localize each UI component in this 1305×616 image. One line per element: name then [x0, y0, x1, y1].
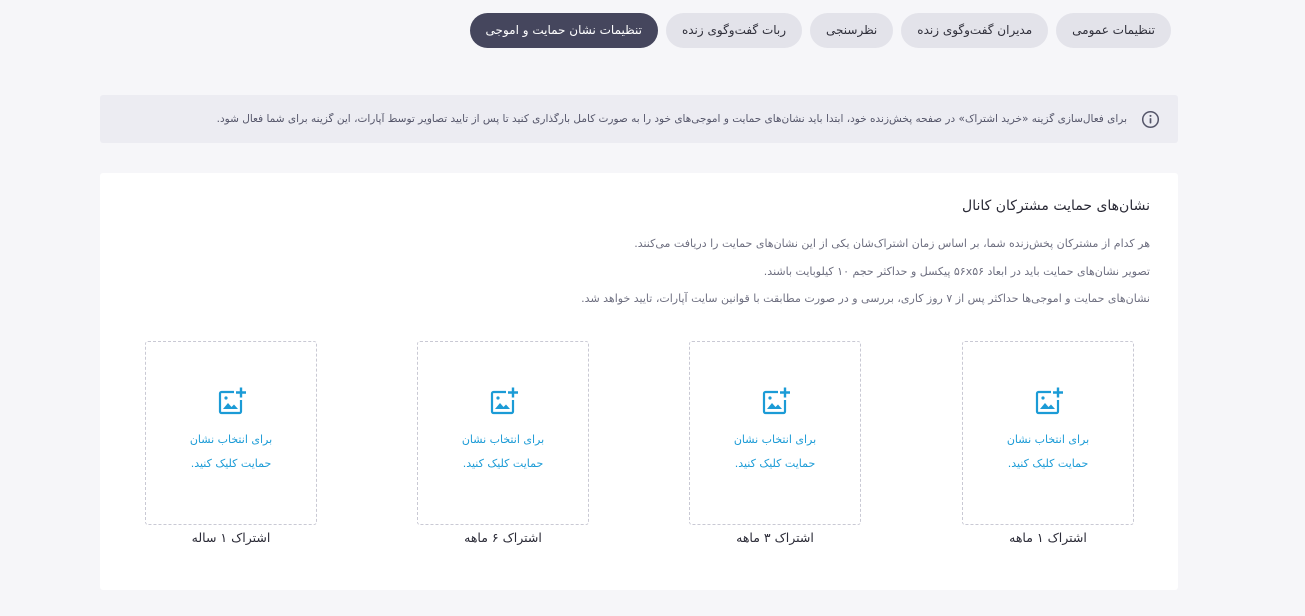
badge-upload-1-month[interactable]: برای انتخاب نشان حمایت کلیک کنید. — [962, 341, 1134, 525]
description-line: هر کدام از مشترکان پخش‌زنده شما، بر اساس… — [634, 237, 1150, 250]
tab-badge-emoji-settings[interactable]: تنظیمات نشان حمایت و اموجی — [469, 13, 658, 48]
subscription-label: اشتراک ۱ ساله — [191, 530, 271, 545]
upload-prompt: برای انتخاب نشان حمایت کلیک کنید. — [1006, 433, 1090, 470]
info-icon — [1141, 110, 1160, 128]
info-alert: برای فعال‌سازی گزینه «خرید اشتراک» در صف… — [100, 95, 1178, 143]
subscription-label: اشتراک ۱ ماهه — [1009, 530, 1087, 545]
upload-prompt: برای انتخاب نشان حمایت کلیک کنید. — [733, 433, 817, 470]
alert-message: برای فعال‌سازی گزینه «خرید اشتراک» در صف… — [216, 113, 1127, 125]
subscription-label: اشتراک ۳ ماهه — [736, 530, 814, 545]
badge-upload-6-month[interactable]: برای انتخاب نشان حمایت کلیک کنید. — [417, 341, 589, 525]
badge-upload-1-year[interactable]: برای انتخاب نشان حمایت کلیک کنید. — [145, 341, 317, 525]
tab-live-chat-bot[interactable]: ربات گفت‌وگوی زنده — [665, 13, 803, 48]
description-line: نشان‌های حمایت و اموجی‌ها حداکثر پس از ۷… — [581, 292, 1150, 305]
card-title: نشان‌های حمایت مشترکان کانال — [962, 198, 1150, 214]
upload-prompt: برای انتخاب نشان حمایت کلیک کنید. — [461, 433, 545, 470]
add-image-icon — [218, 387, 246, 415]
subscriber-badges-card: نشان‌های حمایت مشترکان کانال هر کدام از … — [100, 173, 1178, 590]
tab-general-settings[interactable]: تنظیمات عمومی — [1056, 13, 1171, 48]
tab-poll[interactable]: نظرسنجی — [810, 13, 894, 48]
upload-prompt: برای انتخاب نشان حمایت کلیک کنید. — [189, 433, 273, 470]
settings-tabs: تنظیمات عمومی مدیران گفت‌وگوی زنده نظرسن… — [469, 13, 1171, 48]
add-image-icon — [1035, 387, 1063, 415]
description-line: تصویر نشان‌های حمایت باید در ابعاد ۵۶x۵۶… — [763, 265, 1150, 278]
badge-upload-3-month[interactable]: برای انتخاب نشان حمایت کلیک کنید. — [689, 341, 861, 525]
subscription-label: اشتراک ۶ ماهه — [464, 530, 542, 545]
add-image-icon — [762, 387, 790, 415]
tab-live-chat-moderators[interactable]: مدیران گفت‌وگوی زنده — [901, 13, 1049, 48]
add-image-icon — [490, 387, 518, 415]
